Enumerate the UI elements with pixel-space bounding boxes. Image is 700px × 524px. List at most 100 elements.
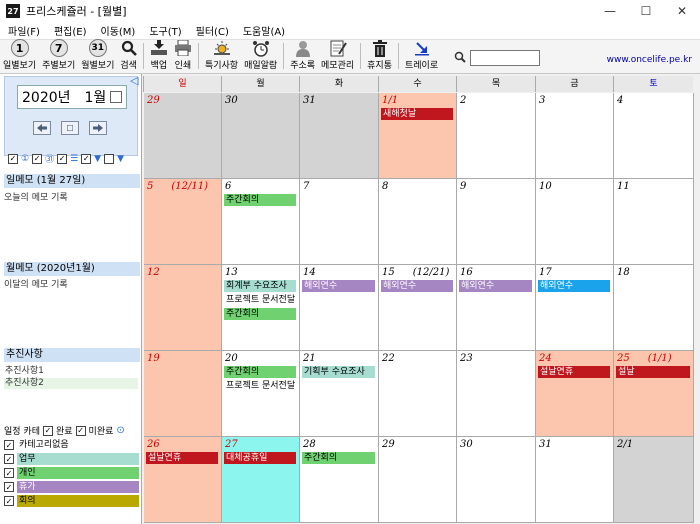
day-cell[interactable]: 8 bbox=[379, 179, 457, 265]
event-item[interactable]: 주간회의 bbox=[224, 366, 296, 378]
category-row[interactable]: ✓ 개인 bbox=[4, 467, 139, 479]
site-url-link[interactable]: www.oncelife.pe.kr bbox=[607, 55, 692, 65]
category-checkbox[interactable]: ✓ bbox=[4, 454, 14, 464]
category-checkbox[interactable]: ✓ bbox=[4, 496, 14, 506]
day-cell[interactable]: 15 (12/21) 해외연수 bbox=[379, 265, 457, 351]
category-checkbox[interactable]: ✓ bbox=[4, 468, 14, 478]
event-item[interactable]: 해외연수 bbox=[302, 280, 375, 292]
day-cell[interactable]: 21 기획부 수요조사 bbox=[300, 351, 379, 437]
tray-button[interactable]: 트레이로 bbox=[402, 39, 441, 73]
day-cell[interactable]: 24 설날연휴 bbox=[536, 351, 614, 437]
day-cell[interactable]: 10 bbox=[536, 179, 614, 265]
day-cell[interactable]: 28 주간회의 bbox=[300, 437, 379, 523]
menu-filter[interactable]: 필터(C) bbox=[190, 23, 235, 38]
day-cell[interactable]: 25 (1/1) 설날 bbox=[614, 351, 694, 437]
day-cell[interactable]: 7 bbox=[300, 179, 379, 265]
search-input[interactable] bbox=[470, 50, 540, 66]
menu-edit[interactable]: 편집(E) bbox=[48, 23, 93, 38]
event-item[interactable]: 대체공휴일 bbox=[224, 452, 296, 464]
week-view-button[interactable]: 7 주별보기 bbox=[39, 39, 78, 73]
category-row[interactable]: ✓ 업무 bbox=[4, 453, 139, 465]
toggle-filter2-checkbox[interactable] bbox=[104, 153, 115, 164]
month-view-button[interactable]: 31 월별보기 bbox=[78, 39, 117, 73]
toggle-list-checkbox[interactable]: ✓ bbox=[57, 153, 68, 164]
day-view-button[interactable]: 1 일별보기 bbox=[0, 39, 39, 73]
search-filter-icon[interactable] bbox=[454, 51, 466, 66]
event-item[interactable]: 회계부 수요조사 bbox=[224, 280, 296, 292]
menu-move[interactable]: 이동(M) bbox=[95, 23, 142, 38]
event-item[interactable]: 해외연수 bbox=[459, 280, 532, 292]
day-cell[interactable]: 12 bbox=[144, 265, 222, 351]
maximize-button[interactable]: ☐ bbox=[628, 0, 664, 22]
day-cell[interactable]: 29 bbox=[144, 93, 222, 179]
next-month-button[interactable] bbox=[89, 121, 107, 135]
day-cell[interactable]: 27 대체공휴일 bbox=[222, 437, 300, 523]
daily-alarm-button[interactable]: 매일알람 bbox=[241, 39, 280, 73]
category-row[interactable]: ✓ 회의 bbox=[4, 495, 139, 507]
day-cell[interactable]: 20 주간회의 프로젝트 문서전달 bbox=[222, 351, 300, 437]
special-notes-button[interactable]: 특기사항 bbox=[202, 39, 241, 73]
event-item[interactable]: 설날 bbox=[616, 366, 690, 378]
event-item[interactable]: 프로젝트 문서전달 bbox=[224, 294, 296, 306]
day-cell[interactable]: 26 설날연휴 bbox=[144, 437, 222, 523]
day-cell[interactable]: 9 bbox=[457, 179, 536, 265]
check-circle-icon[interactable]: ⊙ bbox=[116, 425, 124, 436]
day-cell[interactable]: 29 bbox=[379, 437, 457, 523]
month-picker[interactable]: 2020년 1월 bbox=[17, 85, 127, 109]
day-cell[interactable]: 17 해외연수 bbox=[536, 265, 614, 351]
event-item[interactable]: 주간회의 bbox=[224, 308, 296, 320]
event-item[interactable]: 해외연수 bbox=[381, 280, 453, 292]
day-memo-text[interactable]: 오늘의 메모 기록 bbox=[4, 190, 68, 203]
search-button[interactable]: 검색 bbox=[117, 39, 140, 73]
task-item[interactable]: 추진사항2 bbox=[4, 378, 138, 389]
menu-file[interactable]: 파일(F) bbox=[2, 23, 46, 38]
collapse-panel-icon[interactable]: ◁ bbox=[130, 74, 138, 87]
day-cell[interactable]: 2 bbox=[457, 93, 536, 179]
event-item[interactable]: 설날연휴 bbox=[146, 452, 218, 464]
today-button[interactable] bbox=[61, 121, 79, 135]
backup-button[interactable]: 백업 bbox=[147, 39, 171, 73]
day-cell[interactable]: 3 bbox=[536, 93, 614, 179]
event-item[interactable]: 새해첫날 bbox=[381, 108, 453, 120]
day-cell[interactable]: 23 bbox=[457, 351, 536, 437]
day-cell[interactable]: 30 bbox=[457, 437, 536, 523]
toggle-filter-checkbox[interactable]: ✓ bbox=[81, 153, 92, 164]
day-cell[interactable]: 19 bbox=[144, 351, 222, 437]
task-item[interactable]: 추진사항1 bbox=[4, 366, 138, 377]
category-checkbox[interactable]: ✓ bbox=[4, 440, 14, 450]
day-cell[interactable]: 16 해외연수 bbox=[457, 265, 536, 351]
day-cell[interactable]: 4 bbox=[614, 93, 694, 179]
event-item[interactable]: 설날연휴 bbox=[538, 366, 610, 378]
print-button[interactable]: 인쇄 bbox=[171, 39, 195, 73]
day-cell[interactable]: 2/1 bbox=[614, 437, 694, 523]
day-cell[interactable]: 18 bbox=[614, 265, 694, 351]
minimize-button[interactable]: — bbox=[592, 0, 628, 22]
event-item[interactable]: 해외연수 bbox=[538, 280, 610, 292]
toggle-month-checkbox[interactable]: ✓ bbox=[32, 153, 43, 164]
close-button[interactable]: ✕ bbox=[664, 0, 700, 22]
event-item[interactable]: 프로젝트 문서전달 bbox=[224, 380, 296, 392]
prev-month-button[interactable] bbox=[33, 121, 51, 135]
undone-checkbox[interactable]: ✓ bbox=[75, 425, 86, 436]
category-row[interactable]: ✓ 카테고리없음 bbox=[4, 439, 139, 451]
day-cell[interactable]: 11 bbox=[614, 179, 694, 265]
menu-help[interactable]: 도움말(A) bbox=[237, 23, 291, 38]
done-checkbox[interactable]: ✓ bbox=[42, 425, 53, 436]
event-item[interactable]: 주간회의 bbox=[302, 452, 375, 464]
toggle-day-checkbox[interactable]: ✓ bbox=[8, 153, 18, 164]
menu-tools[interactable]: 도구(T) bbox=[143, 23, 187, 38]
category-checkbox[interactable]: ✓ bbox=[4, 482, 14, 492]
day-cell[interactable]: 13 회계부 수요조사 프로젝트 문서전달 주간회의 bbox=[222, 265, 300, 351]
day-cell[interactable]: 1/1 새해첫날 bbox=[379, 93, 457, 179]
calendar-dropdown-icon[interactable] bbox=[110, 91, 122, 103]
day-cell[interactable]: 22 bbox=[379, 351, 457, 437]
event-item[interactable]: 주간회의 bbox=[224, 194, 296, 206]
month-memo-text[interactable]: 이달의 메모 기록 bbox=[4, 277, 68, 290]
day-cell[interactable]: 31 bbox=[536, 437, 614, 523]
memo-manage-button[interactable]: 메모관리 bbox=[318, 39, 357, 73]
event-item[interactable]: 기획부 수요조사 bbox=[302, 366, 375, 378]
category-row[interactable]: ✓ 휴가 bbox=[4, 481, 139, 493]
day-cell[interactable]: 31 bbox=[300, 93, 379, 179]
trash-button[interactable]: 휴지통 bbox=[364, 39, 395, 73]
day-cell[interactable]: 14 해외연수 bbox=[300, 265, 379, 351]
